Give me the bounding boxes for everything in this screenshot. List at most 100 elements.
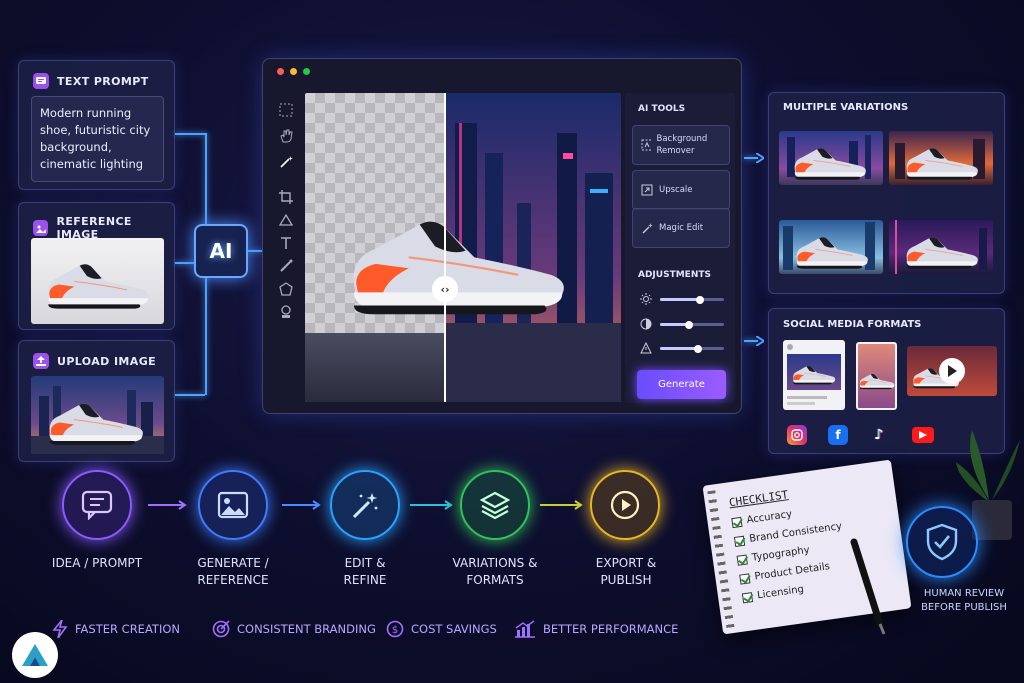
brightness-slider[interactable] xyxy=(660,295,724,304)
reference-image-thumbnail[interactable] xyxy=(31,238,164,324)
instagram-post-preview[interactable] xyxy=(783,340,845,410)
minimize-dot[interactable] xyxy=(290,68,297,75)
upload-image-card[interactable]: UPLOAD IMAGE xyxy=(18,340,175,462)
step-label: VARIATIONS & FORMATS xyxy=(452,556,538,587)
tool-label: Background Remover xyxy=(656,134,708,156)
close-dot[interactable] xyxy=(277,68,284,75)
benefit-faster-creation: FASTER CREATION xyxy=(52,620,180,638)
step-label: IDEA / PROMPT xyxy=(51,556,143,570)
human-review-label: HUMAN REVIEW BEFORE PUBLISH xyxy=(921,588,1007,613)
shoe-image xyxy=(49,403,144,446)
magic-edit-button[interactable]: Magic Edit xyxy=(632,208,730,248)
image-canvas[interactable]: ‹› xyxy=(305,93,621,402)
shoe-image xyxy=(792,365,836,385)
upscale-icon xyxy=(641,184,653,196)
checkbox[interactable] xyxy=(736,554,748,566)
slider-knob[interactable] xyxy=(694,344,703,353)
youtube-icon[interactable] xyxy=(912,427,934,443)
comparison-handle[interactable]: ‹› xyxy=(432,276,458,302)
ai-tools-heading: AI TOOLS xyxy=(638,104,686,114)
magic-wand-icon[interactable] xyxy=(279,155,293,169)
post-image xyxy=(787,354,841,390)
checkbox[interactable] xyxy=(739,572,751,585)
upscale-button[interactable]: Upscale xyxy=(632,170,730,210)
tiktok-icon[interactable]: ♪ xyxy=(869,425,889,445)
window-controls xyxy=(277,68,310,75)
brightness-icon xyxy=(640,293,652,305)
facebook-icon[interactable]: f xyxy=(828,425,848,445)
text-prompt-card[interactable]: TEXT PROMPT Modern running shoe, futuris… xyxy=(18,60,175,190)
checkbox[interactable] xyxy=(731,516,743,528)
ai-chip: AI xyxy=(194,224,248,278)
benefit-better-performance: BETTER PERFORMANCE xyxy=(514,620,678,638)
slider-knob[interactable] xyxy=(684,320,693,329)
step-label: GENERATE / REFERENCE xyxy=(197,556,269,587)
shield-check-icon xyxy=(926,523,958,561)
checkbox[interactable] xyxy=(733,535,746,547)
tiktok-glyph: ♪ xyxy=(874,427,884,443)
benefit-label: FASTER CREATION xyxy=(75,622,180,636)
comparison-divider[interactable] xyxy=(444,93,446,402)
upload-image-thumbnail[interactable] xyxy=(31,376,164,454)
variation-thumbnail[interactable] xyxy=(889,220,993,274)
video-preview[interactable] xyxy=(907,346,997,396)
arrow-right-icon xyxy=(540,500,583,510)
post-avatar xyxy=(787,344,793,350)
shoe-image xyxy=(906,147,979,181)
upload-icon xyxy=(33,353,49,369)
eraser-icon[interactable] xyxy=(279,213,293,227)
instagram-icon[interactable] xyxy=(787,425,807,445)
checkbox[interactable] xyxy=(741,591,754,603)
adjustments-heading: ADJUSTMENTS xyxy=(638,270,711,280)
background-remover-button[interactable]: Background Remover xyxy=(632,125,730,165)
generate-reference-step[interactable] xyxy=(198,470,268,540)
play-button[interactable] xyxy=(939,358,965,384)
arrow-head-icon xyxy=(756,153,764,163)
warning-slider[interactable] xyxy=(660,344,724,353)
generate-button[interactable]: Generate xyxy=(637,370,726,399)
shoe-image xyxy=(47,263,150,310)
shoe-image xyxy=(796,236,869,270)
variation-thumbnail[interactable] xyxy=(779,131,883,185)
story-preview[interactable] xyxy=(856,342,897,410)
brush-icon[interactable] xyxy=(279,259,293,273)
shape-icon[interactable] xyxy=(279,282,293,296)
benefit-consistent-branding: CONSISTENT BRANDING xyxy=(212,620,376,638)
idea-prompt-step[interactable] xyxy=(62,470,132,540)
logo-mark-icon xyxy=(22,644,48,666)
variations-title: MULTIPLE VARIATIONS xyxy=(783,102,909,113)
arrow-right-icon xyxy=(282,500,321,510)
stamp-icon[interactable] xyxy=(279,305,293,319)
chart-icon xyxy=(515,620,535,638)
tool-palette xyxy=(271,95,301,405)
edit-refine-step[interactable] xyxy=(330,470,400,540)
step-label: EDIT & REFINE xyxy=(343,556,387,587)
variation-thumbnail[interactable] xyxy=(889,131,993,185)
step-label: EXPORT & PUBLISH xyxy=(595,556,657,587)
slider-knob[interactable] xyxy=(695,295,704,304)
prompt-text: Modern running shoe, futuristic city bac… xyxy=(40,106,151,171)
export-publish-step[interactable] xyxy=(590,470,660,540)
variation-thumbnail[interactable] xyxy=(779,220,883,274)
text-prompt-title: TEXT PROMPT xyxy=(57,74,149,88)
crop-icon[interactable] xyxy=(279,190,293,204)
arrow-right-icon xyxy=(410,500,453,510)
select-icon[interactable] xyxy=(279,103,293,117)
benefit-label: COST SAVINGS xyxy=(411,622,497,636)
layers-icon xyxy=(479,491,511,520)
ai-chip-label: AI xyxy=(209,239,233,263)
connector-line xyxy=(175,394,205,396)
reflective-floor xyxy=(305,333,445,402)
contrast-slider[interactable] xyxy=(660,320,724,329)
hand-icon[interactable] xyxy=(279,129,293,143)
reference-image-card[interactable]: REFERENCE IMAGE xyxy=(18,202,175,330)
play-icon xyxy=(948,365,957,377)
human-review-badge xyxy=(906,506,978,578)
post-caption-line xyxy=(787,396,827,399)
text-icon[interactable] xyxy=(279,236,293,250)
prompt-textarea[interactable]: Modern running shoe, futuristic city bac… xyxy=(31,96,164,182)
maximize-dot[interactable] xyxy=(303,68,310,75)
slider-fill xyxy=(660,347,699,350)
post-caption-line xyxy=(787,402,815,405)
variations-formats-step[interactable] xyxy=(460,470,530,540)
